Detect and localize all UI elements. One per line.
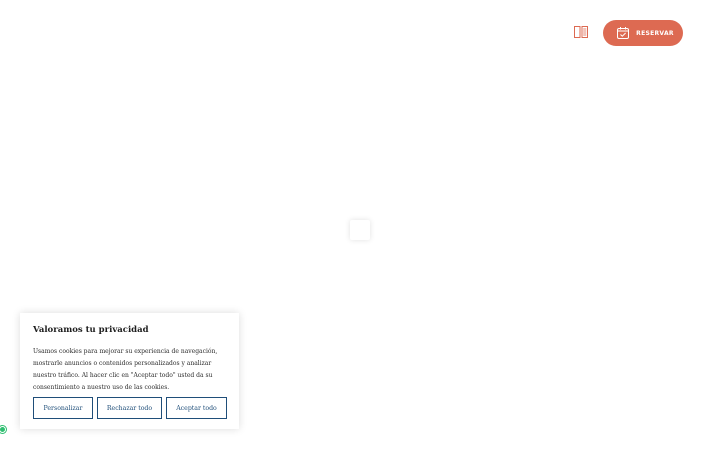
cookie-button-group: Personalizar Rechazar todo Aceptar todo (33, 397, 227, 419)
cookie-consent-banner: Valoramos tu privacidad Usamos cookies p… (20, 313, 239, 429)
reserve-button-label: RESERVAR (636, 29, 674, 37)
cookie-settings-icon[interactable] (0, 426, 6, 433)
cookie-banner-text: Usamos cookies para mejorar su experienc… (33, 348, 218, 391)
calendar-check-icon (616, 26, 630, 40)
reject-all-button[interactable]: Rechazar todo (97, 397, 162, 419)
customize-button[interactable]: Personalizar (33, 397, 93, 419)
cookie-banner-title: Valoramos tu privacidad (33, 325, 149, 335)
reserve-button[interactable]: RESERVAR (603, 20, 683, 46)
menu-book-icon[interactable] (573, 24, 589, 40)
page: RESERVAR Valoramos tu privacidad Usamos … (0, 0, 720, 450)
loading-placeholder (350, 220, 370, 240)
accept-all-button[interactable]: Aceptar todo (166, 397, 227, 419)
